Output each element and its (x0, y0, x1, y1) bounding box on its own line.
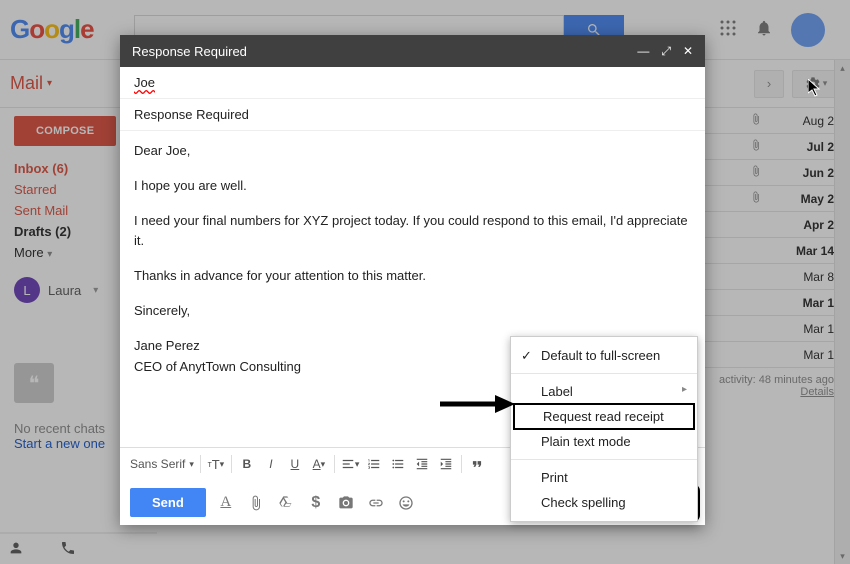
expand-icon[interactable]: ⤢ (661, 44, 671, 59)
attach-file-button[interactable] (246, 495, 266, 511)
subject-field[interactable]: Response Required (120, 99, 705, 131)
compose-titlebar[interactable]: Response Required — ⤢ ✕ (120, 35, 705, 67)
more-options-menu: Default to full-screen LabelRequest read … (510, 336, 698, 522)
nav-older-button[interactable]: › (754, 70, 784, 98)
font-size-dropdown[interactable]: тT▾ (207, 454, 225, 474)
attachment-icon (750, 139, 762, 154)
compose-title: Response Required (132, 44, 247, 59)
scroll-down-icon[interactable]: ▾ (835, 548, 850, 564)
menu-item[interactable]: Label (511, 379, 697, 404)
insert-emoji-button[interactable] (396, 495, 416, 511)
numbered-list-button[interactable] (365, 454, 383, 474)
attachment-icon (750, 113, 762, 128)
minimize-icon[interactable]: — (637, 44, 649, 59)
menu-item[interactable]: Print (511, 465, 697, 490)
attachment-icon (750, 191, 762, 206)
indent-less-button[interactable] (413, 454, 431, 474)
insert-money-button[interactable]: $ (306, 494, 326, 512)
attachment-icon (750, 165, 762, 180)
insert-photo-button[interactable] (336, 495, 356, 511)
user-name-label: Laura (48, 283, 81, 298)
text-color-button[interactable]: A▾ (310, 454, 328, 474)
user-avatar: L (14, 277, 40, 303)
mouse-cursor (808, 79, 824, 100)
recipients-field[interactable]: Joe (120, 67, 705, 99)
menu-item[interactable]: Plain text mode (511, 429, 697, 454)
send-button[interactable]: Send (130, 488, 206, 517)
hangouts-icon: ❝ (14, 363, 54, 403)
mail-dropdown[interactable]: Mail ▾ (10, 73, 52, 94)
insert-drive-button[interactable] (276, 495, 296, 511)
bold-button[interactable]: B (238, 454, 256, 474)
menu-item[interactable]: Check spelling (511, 490, 697, 515)
quote-button[interactable] (468, 454, 486, 474)
bullet-list-button[interactable] (389, 454, 407, 474)
phone-tab-icon[interactable] (60, 540, 76, 559)
apps-icon[interactable] (719, 19, 737, 40)
chevron-down-icon: ▾ (93, 285, 98, 296)
notifications-icon[interactable] (755, 19, 773, 40)
indent-more-button[interactable] (437, 454, 455, 474)
header-right (719, 13, 840, 47)
bottom-tabs (0, 532, 157, 564)
contacts-tab-icon[interactable] (8, 540, 24, 559)
italic-button[interactable]: I (262, 454, 280, 474)
font-family-dropdown[interactable]: Sans Serif▾ (130, 454, 194, 474)
compose-button[interactable]: COMPOSE (14, 116, 116, 146)
google-logo[interactable]: Google (10, 14, 94, 45)
vertical-scrollbar[interactable]: ▴ ▾ (834, 60, 850, 564)
account-avatar[interactable] (791, 13, 825, 47)
align-button[interactable]: ▾ (341, 454, 360, 474)
close-icon[interactable]: ✕ (683, 44, 693, 59)
formatting-toggle-button[interactable]: A (216, 494, 236, 511)
menu-item[interactable]: Default to full-screen (511, 343, 697, 368)
arrow-annotation (440, 393, 515, 418)
insert-link-button[interactable] (366, 495, 386, 511)
underline-button[interactable]: U (286, 454, 304, 474)
menu-item[interactable]: Request read receipt (513, 403, 695, 430)
scroll-up-icon[interactable]: ▴ (835, 60, 850, 76)
